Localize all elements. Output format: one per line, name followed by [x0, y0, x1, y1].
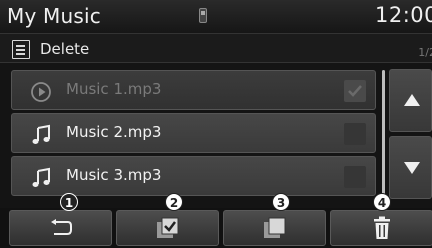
- callout-1: 1: [60, 193, 78, 211]
- usb-icon: [199, 8, 207, 23]
- trash-icon: [373, 216, 390, 239]
- play-circle-icon: [31, 82, 51, 102]
- check-icon: [348, 85, 362, 97]
- callout-2: 2: [165, 193, 183, 211]
- list-menu-icon[interactable]: [12, 40, 30, 59]
- app-title: My Music: [7, 4, 101, 28]
- arrow-down-icon: [404, 162, 420, 174]
- callout-4: 4: [373, 193, 391, 211]
- list-item-label: Music 3.mp3: [66, 166, 162, 184]
- page-indicator: 1/2: [418, 46, 432, 59]
- clock: 12:00: [374, 3, 432, 27]
- back-button[interactable]: [9, 210, 112, 246]
- music-note-icon: [32, 167, 50, 187]
- arrow-up-icon: [404, 94, 420, 106]
- scroll-up-button[interactable]: [389, 69, 432, 132]
- unmark-all-button[interactable]: [223, 210, 326, 246]
- list-item[interactable]: Music 3.mp3: [11, 156, 376, 196]
- delete-header: Delete 1/2: [0, 33, 432, 63]
- music-screen: My Music 12:00 Delete 1/2 Music 1.mp3: [0, 0, 432, 208]
- bottom-toolbar: [0, 208, 432, 248]
- list-item-label: Music 2.mp3: [66, 123, 162, 141]
- status-bar: My Music 12:00: [0, 0, 432, 33]
- scroll-down-button[interactable]: [389, 136, 432, 199]
- delete-label: Delete: [40, 40, 90, 58]
- item-checkbox[interactable]: [344, 123, 366, 145]
- delete-button[interactable]: [330, 210, 432, 246]
- unmark-all-icon: [263, 217, 285, 238]
- scrollbar[interactable]: [382, 70, 385, 196]
- item-checkbox[interactable]: [344, 80, 366, 102]
- list-item[interactable]: Music 1.mp3: [11, 70, 376, 110]
- list-item-label: Music 1.mp3: [66, 80, 162, 98]
- callout-3: 3: [272, 193, 290, 211]
- back-icon: [50, 219, 72, 235]
- item-checkbox[interactable]: [344, 166, 366, 188]
- mark-all-icon: [156, 217, 178, 238]
- mark-all-button[interactable]: [116, 210, 219, 246]
- list-item[interactable]: Music 2.mp3: [11, 113, 376, 153]
- music-note-icon: [32, 124, 50, 144]
